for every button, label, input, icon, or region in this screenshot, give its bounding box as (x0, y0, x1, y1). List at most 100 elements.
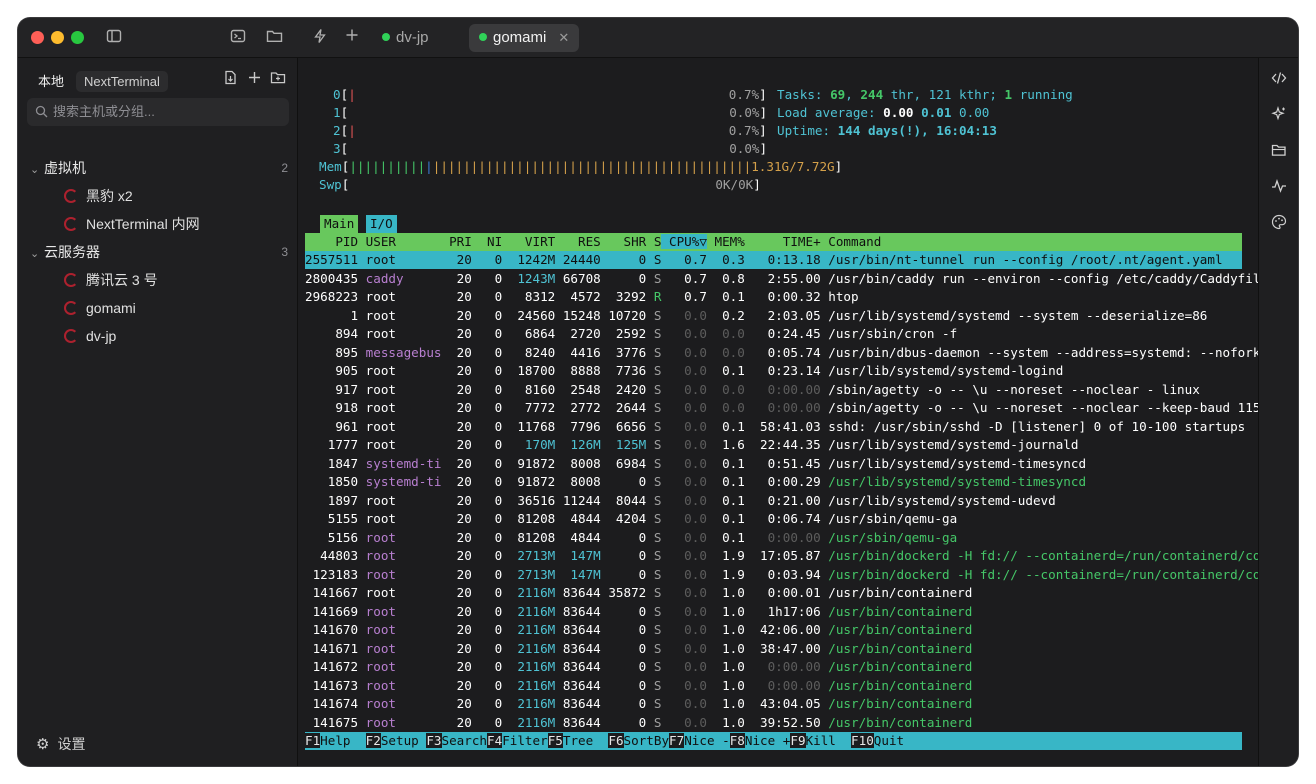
table-row[interactable]: 961 root 20 0 11768 7796 6656 S 0.0 0.1 … (305, 418, 1245, 436)
process-priority: 20 (441, 252, 472, 267)
table-row[interactable]: 141675 root 20 0 2116M 83644 0 S 0.0 1.0… (305, 714, 1242, 732)
process-priority: 20 (441, 418, 472, 434)
process-pid: 2557511 (305, 252, 359, 267)
table-row[interactable]: 2800435 caddy 20 0 1243M 66708 0 S 0.7 0… (305, 270, 1268, 288)
process-virt: 36516 (502, 492, 556, 508)
process-command: /usr/bin/dockerd -H fd:// --containerd=/… (820, 548, 1269, 563)
process-time: 2:03.05 (744, 307, 821, 323)
process-state: S (646, 622, 662, 637)
table-row[interactable]: 141673 root 20 0 2116M 83644 0 S 0.0 1.0… (305, 677, 1242, 695)
process-mem-percent: 0.1 (706, 418, 745, 434)
folder-icon[interactable] (264, 28, 284, 48)
tab-gomami[interactable]: gomami ✕ (469, 24, 580, 52)
process-user: root (358, 548, 442, 563)
group-vm[interactable]: ⌄ 虚拟机 2 (30, 156, 288, 180)
host-item[interactable]: NextTerminal 内网 (64, 212, 200, 236)
code-icon[interactable] (1269, 70, 1289, 90)
table-row[interactable]: 44803 root 20 0 2713M 147M 0 S 0.0 1.9 1… (305, 547, 1268, 565)
minimize-window-button[interactable] (51, 31, 64, 44)
column-header-mem[interactable]: MEM% (707, 234, 745, 249)
settings-button[interactable]: ⚙ 设置 (36, 734, 85, 754)
process-pid: 894 (305, 326, 359, 341)
lightning-icon[interactable] (310, 28, 330, 48)
table-row[interactable]: 141674 root 20 0 2116M 83644 0 S 0.0 1.0… (305, 695, 1242, 713)
tab-local[interactable]: 本地 (30, 68, 72, 93)
column-header-pid[interactable]: PID (305, 234, 358, 249)
terminal-icon[interactable] (228, 28, 248, 48)
table-row[interactable]: 1777 root 20 0 170M 126M 125M S 0.0 1.6 … (305, 436, 1242, 454)
column-header-cpu[interactable]: CPU%▽ (661, 234, 707, 249)
tab-dv-jp[interactable]: dv-jp (378, 24, 433, 52)
activity-icon[interactable] (1269, 178, 1289, 198)
column-header-pri[interactable]: PRI (441, 234, 472, 249)
process-mem-percent: 0.1 (706, 455, 745, 471)
function-key-f6[interactable]: F6SortBy (608, 733, 670, 748)
column-header-shr[interactable]: SHR (601, 234, 646, 249)
function-key-f9[interactable]: F9Kill (790, 733, 852, 748)
sparkle-icon[interactable] (1269, 106, 1289, 126)
function-key-f7[interactable]: F7Nice - (669, 733, 730, 748)
host-item[interactable]: dv-jp (64, 324, 116, 348)
tab-nextterminal[interactable]: NextTerminal (76, 71, 168, 92)
function-key-f1[interactable]: F1Help (305, 733, 366, 748)
table-row[interactable]: 5156 root 20 0 81208 4844 0 S 0.0 0.1 0:… (305, 529, 1242, 547)
table-row[interactable]: 141671 root 20 0 2116M 83644 0 S 0.0 1.0… (305, 640, 1242, 658)
import-icon[interactable] (220, 70, 240, 90)
column-header-command[interactable]: Command (821, 234, 881, 249)
process-mem-percent: 1.0 (706, 659, 745, 674)
close-window-button[interactable] (31, 31, 44, 44)
terminal[interactable]: 0[| 0.7%] 1[0.0%] 2[| 0.7%] 3[0.0%] Mem[||… (305, 58, 1268, 766)
column-header-virt[interactable]: VIRT (502, 234, 555, 249)
process-cpu-percent: 0.7 (661, 252, 707, 267)
tab-io[interactable]: I/O (365, 215, 397, 233)
function-key-f4[interactable]: F4Filter (487, 733, 548, 748)
table-row[interactable]: 1897 root 20 0 36516 11244 8044 S 0.0 0.… (305, 492, 1242, 510)
column-header-user[interactable]: USER (358, 234, 441, 249)
table-row[interactable]: 141672 root 20 0 2116M 83644 0 S 0.0 1.0… (305, 658, 1242, 676)
table-row[interactable]: 141670 root 20 0 2116M 83644 0 S 0.0 1.0… (305, 621, 1242, 639)
column-header-res[interactable]: RES (555, 234, 601, 249)
column-header-state[interactable]: S (646, 234, 662, 249)
table-row[interactable]: 123183 root 20 0 2713M 147M 0 S 0.0 1.9 … (305, 566, 1268, 584)
table-row[interactable]: 2968223 root 20 0 8312 4572 3292 R 0.7 0… (305, 288, 1242, 306)
table-row[interactable]: 905 root 20 0 18700 8888 7736 S 0.0 0.1 … (305, 362, 1242, 380)
function-key-f3[interactable]: F3Search (426, 733, 488, 748)
folder-open-icon[interactable] (1269, 142, 1289, 162)
close-icon[interactable]: ✕ (558, 30, 569, 45)
process-pid: 5156 (305, 529, 359, 545)
new-folder-icon[interactable] (268, 70, 288, 90)
process-command: /usr/lib/systemd/systemd-timesyncd (820, 474, 1087, 489)
table-row[interactable]: 1847 systemd-ti 20 0 91872 8008 6984 S 0… (305, 455, 1242, 473)
table-row[interactable]: 2557511 root 20 0 1242M 24440 0 S 0.7 0.… (305, 251, 1242, 269)
function-key-f8[interactable]: F8Nice + (729, 733, 791, 748)
host-item[interactable]: gomami (64, 296, 136, 320)
process-time: 0:00.29 (744, 474, 821, 489)
group-cloud[interactable]: ⌄ 云服务器 3 (30, 240, 288, 264)
host-item[interactable]: 黑豹 x2 (64, 184, 133, 208)
plus-icon[interactable] (244, 70, 264, 90)
table-row[interactable]: 5155 root 20 0 81208 4844 4204 S 0.0 0.1… (305, 510, 1242, 528)
palette-icon[interactable] (1269, 214, 1289, 234)
process-header[interactable]: PID USER PRI NI VIRT RES SHR S CPU%▽ MEM… (305, 233, 1242, 251)
app-window: dv-jp gomami ✕ 本地 NextTerminal 搜索主机或分组... … (18, 18, 1298, 766)
function-key-f10[interactable]: F10Quit (851, 733, 905, 748)
table-row[interactable]: 141667 root 20 0 2116M 83644 35872 S 0.0… (305, 584, 1242, 602)
process-virt: 91872 (502, 455, 556, 471)
table-row[interactable]: 917 root 20 0 8160 2548 2420 S 0.0 0.0 0… (305, 381, 1242, 399)
table-row[interactable]: 1 root 20 0 24560 15248 10720 S 0.0 0.2 … (305, 307, 1242, 325)
host-item[interactable]: 腾讯云 3 号 (64, 268, 158, 292)
search-input[interactable]: 搜索主机或分组... (27, 98, 289, 126)
table-row[interactable]: 895 messagebus 20 0 8240 4416 3776 S 0.0… (305, 344, 1260, 362)
tab-main[interactable]: Main (320, 215, 359, 233)
table-row[interactable]: 141669 root 20 0 2116M 83644 0 S 0.0 1.0… (305, 603, 1242, 621)
sidebar-toggle-icon[interactable] (104, 28, 124, 48)
maximize-window-button[interactable] (71, 31, 84, 44)
column-header-ni[interactable]: NI (472, 234, 502, 249)
table-row[interactable]: 894 root 20 0 6864 2720 2592 S 0.0 0.0 0… (305, 325, 1242, 343)
table-row[interactable]: 1850 systemd-ti 20 0 91872 8008 0 S 0.0 … (305, 473, 1242, 491)
table-row[interactable]: 918 root 20 0 7772 2772 2644 S 0.0 0.0 0… (305, 399, 1268, 417)
plus-icon[interactable] (342, 28, 362, 48)
column-header-time[interactable]: TIME+ (745, 234, 821, 249)
function-key-f2[interactable]: F2Setup (365, 733, 427, 748)
function-key-f5[interactable]: F5Tree (547, 733, 609, 748)
